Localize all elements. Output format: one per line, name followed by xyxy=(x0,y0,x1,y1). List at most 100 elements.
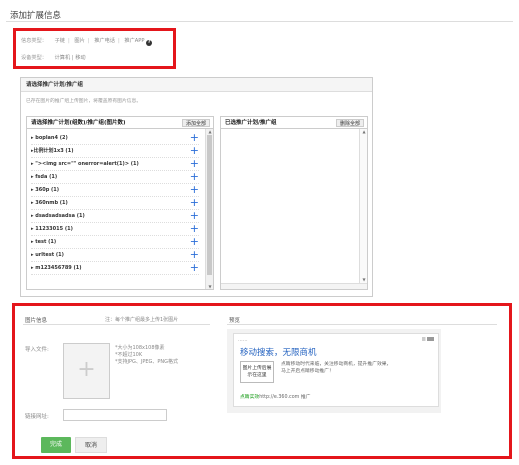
hint-format: *支持JPG、JPEG、PNG格式 xyxy=(115,359,179,365)
add-plus-icon[interactable]: + xyxy=(190,131,199,144)
plan-panel-header: 请选择推广计划/推广组 xyxy=(21,78,372,92)
right-column-header: 已选推广计划/推广组 删除全部 xyxy=(221,117,367,129)
ad-description: 点睛移动时代来临，关注移动商机，提升推广效果， 马上开启点睛移动推广！ xyxy=(281,361,436,375)
left-vertical-scrollbar[interactable]: ▲ ▼ xyxy=(205,129,213,289)
ad-title: 移动搜索，无限商机 xyxy=(240,348,317,358)
right-vertical-scrollbar[interactable]: ▲ ▼ xyxy=(359,129,367,289)
list-item[interactable]: ▸ dsadsadsadsa (1) + xyxy=(31,209,199,223)
ad-url: 点睛实效http://e.360.com 推广 xyxy=(240,393,310,400)
list-item[interactable]: ▸ fsda (1) + xyxy=(31,170,199,184)
device-type-label: 设备类型： xyxy=(21,55,47,61)
info-type-app[interactable]: 推广APP xyxy=(124,38,144,44)
image-info-highlight: 图片信息 注：每个推广组最多上传1张图片 导入文件: + *大小为108x108… xyxy=(12,303,512,459)
add-image-icon: + xyxy=(77,357,96,382)
image-info-section: 图片信息 注：每个推广组最多上传1张图片 导入文件: + *大小为108x108… xyxy=(23,313,210,454)
add-plus-icon[interactable]: + xyxy=(190,248,199,261)
list-item[interactable]: ▸ boplan4 (2) + xyxy=(31,131,199,145)
add-plus-icon[interactable]: + xyxy=(190,235,199,248)
image-info-header: 图片信息 注：每个推广组最多上传1张图片 xyxy=(23,313,210,325)
left-column-title: 请选择推广计划(组数)/推广组(图片数) xyxy=(31,120,126,126)
list-item[interactable]: ▸ 360p (1) + xyxy=(31,183,199,197)
list-item[interactable]: ▸ 360nmb (1) + xyxy=(31,196,199,210)
list-item[interactable]: ▸ test (1) + xyxy=(31,235,199,249)
device-type-value[interactable]: 计算机 | 移动 xyxy=(55,55,86,61)
image-info-note: 注：每个推广组最多上传1张图片 xyxy=(105,317,179,323)
delete-all-button[interactable]: 删除全部 xyxy=(335,119,364,127)
list-item[interactable]: ▸ m123456789 (1) + xyxy=(31,261,199,275)
image-placeholder-line1: 图片上传后展 xyxy=(242,366,272,371)
plan-item-label: ▸ test (1) xyxy=(31,239,57,245)
info-type-sublink[interactable]: 子链 xyxy=(55,38,65,44)
image-info-title: 图片信息 xyxy=(25,318,48,324)
left-column-header: 请选择推广计划(组数)/推广组(图片数) 添加全部 xyxy=(27,117,213,129)
scroll-up-icon[interactable]: ▲ xyxy=(207,129,213,134)
selected-list: ▲ ▼ xyxy=(221,129,367,289)
image-placeholder: 图片上传后展 示在这里 xyxy=(240,361,274,383)
scroll-down-icon[interactable]: ▼ xyxy=(361,277,367,282)
plan-panel-tip: 已存在图片的推广组上传图片，将覆盖原有图片信息。 xyxy=(26,99,142,104)
import-file-label: 导入文件: xyxy=(25,347,49,353)
cancel-button[interactable]: 取消 xyxy=(75,437,107,453)
ad-url-text: http://e.360.com 推广 xyxy=(259,395,311,400)
right-column-title: 已选推广计划/推广组 xyxy=(225,120,277,126)
ad-preview-card: ...... 移动搜索，无限商机 图片上传后展 示在这里 点睛移动时代来临，关注… xyxy=(233,333,439,407)
plan-item-label: ▸ m123456789 (1) xyxy=(31,265,82,271)
plan-item-label: ▸ dsadsadsadsa (1) xyxy=(31,213,85,219)
ad-desc-line2: 马上开启点睛移动推广！ xyxy=(281,369,334,374)
preview-section: 预览 ...... 移动搜索，无限商机 图片上传后展 示在这里 点睛移动时代来临… xyxy=(227,313,497,454)
add-plus-icon[interactable]: + xyxy=(190,157,199,170)
scroll-down-icon[interactable]: ▼ xyxy=(207,284,213,289)
plan-item-label: ▸ 11233015 (1) xyxy=(31,226,73,232)
hint-weight: *不超过10K xyxy=(115,352,143,358)
plan-item-label: ▸比例计划1x3 (1) xyxy=(31,148,74,154)
plan-item-label: ▸ urltest (1) xyxy=(31,252,64,258)
title-divider xyxy=(6,21,513,22)
horizontal-scrollbar[interactable] xyxy=(221,283,367,289)
hint-size: *大小为108x108像素 xyxy=(115,345,165,351)
preview-title: 预览 xyxy=(229,318,241,324)
add-plus-icon[interactable]: + xyxy=(190,261,199,274)
add-plus-icon[interactable]: + xyxy=(190,209,199,222)
preview-header: 预览 xyxy=(227,313,497,325)
plan-item-label: ▸ 360nmb (1) xyxy=(31,200,68,206)
info-type-label: 信息类型： xyxy=(21,38,47,44)
signal-icon xyxy=(422,337,434,341)
scroll-up-icon[interactable]: ▲ xyxy=(361,129,367,134)
link-url-label: 链接网址: xyxy=(25,414,49,420)
info-type-phone[interactable]: 推广电话 xyxy=(94,38,115,44)
add-plus-icon[interactable]: + xyxy=(190,222,199,235)
list-item[interactable]: ▸ "><img src="" onerror=alert(1)> (1) + xyxy=(31,157,199,171)
plan-item-label: ▸ fsda (1) xyxy=(31,174,58,180)
question-circle-icon[interactable]: ? xyxy=(146,40,153,46)
list-item[interactable]: ▸ 11233015 (1) + xyxy=(31,222,199,236)
plan-selection-panel: 请选择推广计划/推广组 已存在图片的推广组上传图片，将覆盖原有图片信息。 请选择… xyxy=(20,77,373,297)
image-placeholder-line2: 示在这里 xyxy=(247,373,267,378)
preview-status-dots: ...... xyxy=(238,337,248,343)
plan-item-label: ▸ "><img src="" onerror=alert(1)> (1) xyxy=(31,161,139,167)
upload-image-box[interactable]: + xyxy=(63,343,110,399)
scrollbar-thumb[interactable] xyxy=(207,135,212,275)
plan-item-label: ▸ 360p (1) xyxy=(31,187,60,193)
done-button[interactable]: 完成 xyxy=(41,437,71,453)
upload-hints: *大小为108x108像素 *不超过10K *支持JPG、JPEG、PNG格式 xyxy=(115,345,178,366)
plan-item-label: ▸ boplan4 (2) xyxy=(31,135,68,141)
plan-list: ▸ boplan4 (2) + ▸比例计划1x3 (1) + ▸ "><img sr… xyxy=(27,129,213,289)
add-all-button[interactable]: 添加全部 xyxy=(181,119,210,127)
info-type-highlight: 信息类型： 子链 | 图片 | 推广电话 | 推广APP ? 设备类型： 计算机 | … xyxy=(13,28,176,69)
add-plus-icon[interactable]: + xyxy=(190,170,199,183)
separator: | xyxy=(68,38,70,44)
separator: | xyxy=(117,38,120,44)
info-type-image[interactable]: 图片 xyxy=(74,38,84,44)
add-plus-icon[interactable]: + xyxy=(190,183,199,196)
selected-list-right: 已选推广计划/推广组 删除全部 ▲ ▼ xyxy=(220,116,368,290)
list-item[interactable]: ▸比例计划1x3 (1) + xyxy=(31,144,199,158)
list-item[interactable]: ▸ urltest (1) + xyxy=(31,248,199,262)
link-url-input[interactable] xyxy=(63,409,167,421)
add-plus-icon[interactable]: + xyxy=(190,144,199,157)
add-plus-icon[interactable]: + xyxy=(190,196,199,209)
page-title: 添加扩展信息 xyxy=(10,11,62,21)
ad-desc-line1: 点睛移动时代来临，关注移动商机，提升推广效果， xyxy=(281,362,392,367)
plan-list-left: 请选择推广计划(组数)/推广组(图片数) 添加全部 ▸ boplan4 (2) +… xyxy=(26,116,214,290)
separator: | xyxy=(87,38,90,44)
device-type-row: 设备类型： 计算机 | 移动 xyxy=(21,54,86,61)
